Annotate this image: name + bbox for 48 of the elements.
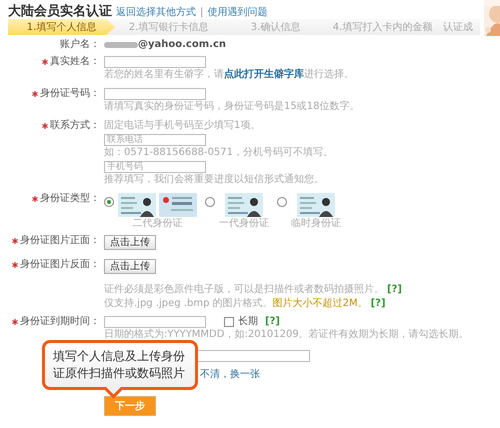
help-link[interactable]: [?] <box>387 283 402 297</box>
next-button[interactable]: 下一步 <box>104 396 156 416</box>
field-label: 身份证号码： <box>40 88 100 100</box>
hint-text: 请填写真实的身份证号码，身份证号码是15或18位数字。 <box>104 100 360 113</box>
hint-link[interactable]: 点此打开生僻字库 <box>224 69 304 80</box>
checkbox[interactable] <box>224 317 234 327</box>
step-tab[interactable]: 认证成 <box>436 19 480 35</box>
field-label: 身份证类型： <box>40 193 100 205</box>
field-label: 身份证到期时间： <box>20 316 100 328</box>
input-field[interactable] <box>104 88 206 100</box>
header-link[interactable]: 使用遇到问题 <box>207 5 268 19</box>
step-tab[interactable]: 2.填写银行卡信息 <box>115 19 222 35</box>
separator: | <box>200 7 204 18</box>
tooltip-text: 填写个人信息及上传身份证原件扫描件或数码照片 <box>53 348 186 382</box>
hint-text: 推荐填写，我们会将重要进度以短信形式通知您。 <box>104 173 325 186</box>
field-label: 身份证图片正面： <box>20 235 100 247</box>
step-tab[interactable]: 3.确认信息 <box>222 19 329 35</box>
upload-button[interactable]: 点击上传 <box>104 235 156 250</box>
field-label: 联系方式： <box>50 120 100 132</box>
warning-text: 图片大小不超过2M。 <box>272 297 368 311</box>
field-label: 身份证图片反面： <box>20 259 100 271</box>
upload-button[interactable]: 点击上传 <box>104 259 156 274</box>
field-label: 真实姓名： <box>50 56 100 68</box>
hint-text: 固定电话与手机号码至少填写1项。 <box>104 120 262 132</box>
checkbox-label: 长期 <box>238 316 258 328</box>
hint-text: 日期的格式为:YYYYMMDD，如:20101209。若证件有效期为长期，请勾选长期。 <box>104 328 470 341</box>
radio-button[interactable] <box>104 197 114 207</box>
option-label: 一代身份证 <box>219 218 269 230</box>
help-link[interactable]: [?] <box>265 316 280 328</box>
help-link[interactable]: [?] <box>370 297 386 311</box>
input-field[interactable] <box>104 56 206 68</box>
option-label: 临时身份证 <box>291 218 341 230</box>
input-field[interactable] <box>104 316 206 328</box>
hint-text: 证件必须是彩色原件电子版，可以是扫描件或者数码拍摄照片。 <box>104 283 384 296</box>
account-value: @yahoo.com.cn <box>138 39 226 51</box>
page-title: 大陆会员实名认证 <box>8 2 112 20</box>
step-tab[interactable]: 4.填写打入卡内的金额 <box>329 19 436 35</box>
radio-button[interactable] <box>277 197 287 207</box>
step-tab[interactable]: 1.填写个人信息 <box>8 19 115 35</box>
field-label: 账户名： <box>60 39 100 51</box>
hint-text: 若您的姓名里有生僻字，请点此打开生僻字库进行选择。 <box>104 68 355 81</box>
hint-text: 如：0571-88156688-0571，分机号码可不填写。 <box>104 146 334 159</box>
header-link[interactable]: 返回选择其他方式 <box>116 5 196 19</box>
blurred-text-drawing <box>104 42 138 48</box>
refresh-captcha-link[interactable]: 不清，换一张 <box>200 369 260 381</box>
radio-button[interactable] <box>205 197 215 207</box>
option-label: 二代身份证 <box>132 218 182 230</box>
hint-text: 仅支持.jpg .jpeg .bmp 的图片格式。 <box>104 297 273 310</box>
